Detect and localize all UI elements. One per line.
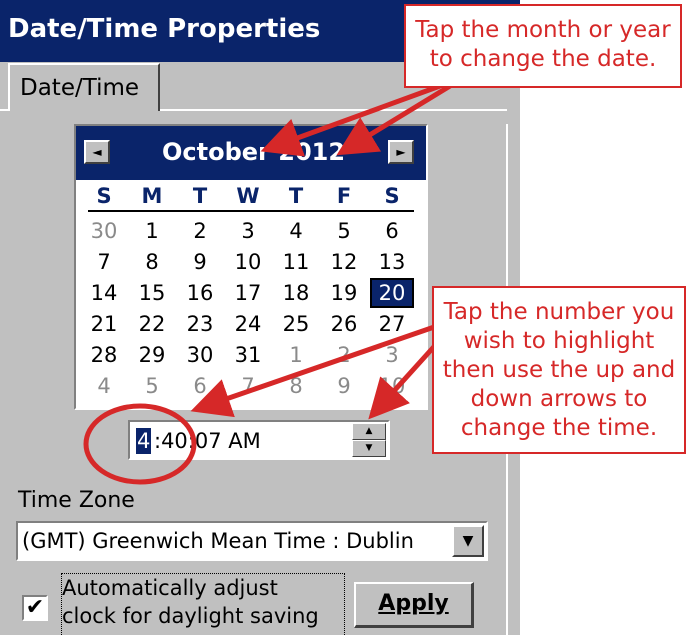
calendar-day[interactable]: 10 bbox=[228, 249, 268, 275]
calendar-day[interactable]: 24 bbox=[228, 311, 268, 337]
calendar-day[interactable]: 5 bbox=[132, 373, 172, 399]
tab-date-time-label: Date/Time bbox=[20, 75, 140, 101]
time-picker[interactable]: 4 :40:07 AM ▲ ▼ bbox=[128, 420, 390, 460]
calendar-day[interactable]: 6 bbox=[180, 373, 220, 399]
weekday-header: T bbox=[192, 184, 208, 208]
time-zone-label: Time Zone bbox=[18, 488, 135, 513]
callout-time-line: change the time. bbox=[460, 415, 658, 441]
calendar-day[interactable]: 17 bbox=[228, 280, 268, 306]
calendar-day[interactable]: 18 bbox=[276, 280, 316, 306]
dst-label[interactable]: Automatically adjust clock for daylight … bbox=[61, 573, 345, 636]
calendar-day[interactable]: 6 bbox=[372, 218, 412, 244]
tab-gap bbox=[10, 108, 158, 112]
dst-label-line-2: clock for daylight saving bbox=[62, 604, 319, 628]
calendar-day[interactable]: 30 bbox=[180, 342, 220, 368]
spin-down-button[interactable]: ▼ bbox=[352, 440, 386, 457]
callout-date-line: to change the date. bbox=[429, 46, 657, 72]
calendar-day[interactable]: 14 bbox=[84, 280, 124, 306]
calendar-day[interactable]: 23 bbox=[180, 311, 220, 337]
checkmark-icon: ✔ bbox=[25, 595, 45, 620]
calendar-day[interactable]: 7 bbox=[84, 249, 124, 275]
down-arrow-icon: ▼ bbox=[365, 443, 373, 453]
calendar-day[interactable]: 7 bbox=[228, 373, 268, 399]
weekday-separator bbox=[88, 210, 414, 212]
callout-date-line: Tap the month or year bbox=[415, 17, 671, 43]
calendar-day[interactable]: 16 bbox=[180, 280, 220, 306]
calendar-day[interactable]: 3 bbox=[228, 218, 268, 244]
callout-date: Tap the month or year to change the date… bbox=[404, 4, 682, 88]
tab-date-time[interactable]: Date/Time bbox=[8, 63, 160, 111]
calendar-day[interactable]: 20 bbox=[370, 278, 414, 308]
left-arrow-icon: ◄ bbox=[92, 145, 102, 159]
weekday-header: W bbox=[236, 184, 260, 208]
time-zone-value: (GMT) Greenwich Mean Time : Dublin bbox=[22, 529, 414, 553]
chevron-down-icon: ▼ bbox=[462, 533, 474, 549]
right-arrow-icon: ► bbox=[396, 145, 406, 159]
calendar-day[interactable]: 11 bbox=[276, 249, 316, 275]
calendar-day[interactable]: 9 bbox=[324, 373, 364, 399]
calendar-day[interactable]: 30 bbox=[84, 218, 124, 244]
calendar-day[interactable]: 12 bbox=[324, 249, 364, 275]
calendar-day[interactable]: 28 bbox=[84, 342, 124, 368]
calendar-day[interactable]: 10 bbox=[372, 373, 412, 399]
calendar-day[interactable]: 2 bbox=[324, 342, 364, 368]
up-arrow-icon: ▲ bbox=[365, 426, 373, 436]
calendar-day[interactable]: 29 bbox=[132, 342, 172, 368]
calendar-day[interactable]: 5 bbox=[324, 218, 364, 244]
calendar-header: ◄ October 2012 ► bbox=[76, 126, 426, 180]
callout-time: Tap the number you wish to highlight the… bbox=[432, 286, 686, 454]
next-month-button[interactable]: ► bbox=[388, 140, 414, 164]
calendar-day[interactable]: 25 bbox=[276, 311, 316, 337]
time-zone-label-text: Time Zone bbox=[18, 488, 135, 513]
calendar-day[interactable]: 19 bbox=[324, 280, 364, 306]
calendar-day[interactable]: 8 bbox=[276, 373, 316, 399]
calendar-day[interactable]: 22 bbox=[132, 311, 172, 337]
calendar-day[interactable]: 4 bbox=[276, 218, 316, 244]
calendar-day[interactable]: 9 bbox=[180, 249, 220, 275]
apply-button[interactable]: Apply bbox=[354, 582, 474, 628]
calendar-day[interactable]: 31 bbox=[228, 342, 268, 368]
month-calendar[interactable]: ◄ October 2012 ► SMTWTFS 30 1 2 3 4 5 6 7 8 9 10 11… bbox=[74, 124, 428, 410]
time-minutes-seconds-field[interactable]: :40:07 AM bbox=[154, 428, 261, 454]
calendar-day[interactable]: 8 bbox=[132, 249, 172, 275]
weekday-header: T bbox=[288, 184, 304, 208]
calendar-day[interactable]: 27 bbox=[372, 311, 412, 337]
weekday-header: S bbox=[96, 184, 112, 208]
weekday-header: M bbox=[141, 184, 163, 208]
spin-up-button[interactable]: ▲ bbox=[352, 423, 386, 440]
prev-month-button[interactable]: ◄ bbox=[84, 140, 110, 164]
month-year-label[interactable]: October 2012 bbox=[162, 138, 345, 166]
dst-label-line-1: Automatically adjust bbox=[62, 576, 278, 600]
weekday-header: F bbox=[336, 184, 352, 208]
calendar-day[interactable]: 1 bbox=[276, 342, 316, 368]
calendar-day[interactable]: 15 bbox=[132, 280, 172, 306]
window-title: Date/Time Properties bbox=[8, 14, 321, 44]
calendar-day[interactable]: 26 bbox=[324, 311, 364, 337]
calendar-day[interactable]: 1 bbox=[132, 218, 172, 244]
weekday-header: S bbox=[384, 184, 400, 208]
time-zone-dropdown[interactable]: (GMT) Greenwich Mean Time : Dublin ▼ bbox=[16, 521, 488, 561]
callout-time-line: wish to highlight bbox=[463, 328, 655, 354]
calendar-day[interactable]: 3 bbox=[372, 342, 412, 368]
calendar-day[interactable]: 13 bbox=[372, 249, 412, 275]
dropdown-button[interactable]: ▼ bbox=[452, 525, 484, 557]
time-hour-field[interactable]: 4 bbox=[136, 428, 152, 454]
calendar-day[interactable]: 21 bbox=[84, 311, 124, 337]
callout-time-line: then use the up and bbox=[442, 357, 676, 383]
dst-checkbox[interactable]: ✔ bbox=[22, 595, 48, 621]
callout-time-line: down arrows to bbox=[470, 386, 648, 412]
calendar-day[interactable]: 2 bbox=[180, 218, 220, 244]
calendar-day[interactable]: 4 bbox=[84, 373, 124, 399]
callout-time-line: Tap the number you bbox=[443, 299, 675, 325]
